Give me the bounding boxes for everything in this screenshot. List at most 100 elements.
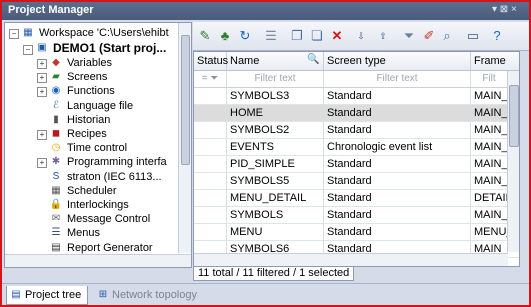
status-cell bbox=[194, 156, 227, 172]
filter-icon[interactable]: ⏷ bbox=[401, 28, 417, 44]
tree-item[interactable]: ✱ Programming interfa bbox=[49, 155, 167, 169]
tree-item-label: Language file bbox=[67, 99, 134, 112]
tree-item[interactable]: ▮ Historian bbox=[49, 113, 110, 127]
table-row[interactable]: EVENTS Chronologic event list MAIN_ bbox=[194, 139, 519, 156]
tab-network-topology[interactable]: ⊞ Network topology bbox=[94, 286, 197, 304]
tree-item[interactable]: ☰ Menus bbox=[49, 226, 101, 240]
filter-screen-type[interactable]: Filter text bbox=[324, 71, 471, 87]
help-icon[interactable]: ? bbox=[489, 28, 505, 44]
add-screen-icon[interactable]: ♣ bbox=[217, 28, 233, 44]
expand-toggle[interactable]: + bbox=[37, 158, 47, 169]
tree-item[interactable]: Sstraton (IEC 6113... bbox=[49, 170, 162, 184]
tree-item-label: Report Generator bbox=[67, 241, 153, 254]
programming-interface-icon: ✱ bbox=[51, 156, 61, 168]
search-replace-icon[interactable]: ⌕ bbox=[439, 28, 455, 44]
collapse-workspace-toggle[interactable]: − bbox=[9, 29, 19, 39]
tab-project-tree[interactable]: ▤ Project tree bbox=[6, 286, 89, 305]
expand-toggle[interactable]: + bbox=[37, 87, 47, 98]
table-row[interactable]: SYMBOLS5 Standard MAIN_ bbox=[194, 173, 519, 190]
table-scroll-thumb[interactable] bbox=[509, 85, 519, 147]
workspace-label: Workspace 'C:\Users\ehibt bbox=[39, 27, 169, 39]
window-controls[interactable]: ▾ ⊠ × bbox=[492, 4, 517, 15]
message-control-icon: ✉ bbox=[51, 213, 61, 225]
tree-scroll-thumb[interactable] bbox=[181, 35, 190, 165]
new-screen-icon[interactable]: ✎ bbox=[197, 28, 213, 44]
interlockings-icon: 🔒 bbox=[49, 199, 63, 210]
tree-item[interactable]: ◆ Variables bbox=[49, 56, 112, 70]
tree-horizontal-scrollbar[interactable] bbox=[5, 254, 191, 267]
status-cell bbox=[194, 88, 227, 104]
tree-item[interactable]: ▤ Report Generator bbox=[49, 241, 153, 255]
table-row[interactable]: SYMBOLS3 Standard MAIN_ bbox=[194, 88, 519, 105]
window-title: Project Manager bbox=[8, 4, 94, 16]
screens-panel: ✎ ♣ ↻ ☰ ❐ ❏ ✕ ⇩ ⇧ ⏷ ✐ ⌕ ▭ ? Status Name … bbox=[193, 22, 529, 281]
copy-icon[interactable]: ❐ bbox=[289, 28, 305, 44]
filter-frame[interactable]: Filt bbox=[471, 71, 507, 87]
table-header: Status Name 🔍 Screen type Frame bbox=[194, 52, 519, 71]
name-cell: SYMBOLS bbox=[227, 207, 324, 223]
column-header-screen-type[interactable]: Screen type bbox=[324, 52, 471, 70]
name-cell: MENU bbox=[227, 224, 324, 240]
table-horizontal-scrollbar[interactable] bbox=[194, 253, 508, 266]
report-generator-icon: ▤ bbox=[51, 241, 61, 253]
frame-cell: DETAIL bbox=[471, 190, 508, 206]
time-control-icon: ◷ bbox=[51, 142, 61, 154]
name-cell: HOME bbox=[227, 105, 324, 121]
tree-item[interactable]: ◷ Time control bbox=[49, 141, 127, 155]
status-cell bbox=[194, 105, 227, 121]
name-cell: SYMBOLS2 bbox=[227, 122, 324, 138]
table-row[interactable]: PID_SIMPLE Standard MAIN_ bbox=[194, 156, 519, 173]
properties-icon[interactable]: ☰ bbox=[263, 28, 279, 44]
table-row[interactable]: SYMBOLS2 Standard MAIN_ bbox=[194, 122, 519, 139]
tree-item[interactable]: ▰ Screens bbox=[49, 70, 107, 84]
tree-item-label: Programming interfa bbox=[67, 156, 167, 169]
expand-toggle[interactable]: + bbox=[37, 59, 47, 69]
tree-item-label: Historian bbox=[67, 113, 111, 126]
filter-status[interactable]: = ⏷ bbox=[194, 71, 227, 87]
screen-type-cell: Standard bbox=[324, 156, 471, 172]
tree-item-project[interactable]: ▣ DEMO1 (Start proj... bbox=[35, 41, 166, 55]
refresh-icon[interactable]: ↻ bbox=[237, 28, 253, 44]
paste-icon[interactable]: ❏ bbox=[309, 28, 325, 44]
delete-icon[interactable]: ✕ bbox=[329, 28, 345, 44]
tree-item[interactable]: ▦ Scheduler bbox=[49, 184, 116, 198]
tree-item[interactable]: ◉ Functions bbox=[49, 84, 115, 98]
project-tree-tab-icon: ▤ bbox=[11, 289, 21, 300]
title-bar[interactable]: Project Manager ▾ ⊠ × bbox=[2, 2, 529, 20]
open-screen-icon[interactable]: ▭ bbox=[465, 28, 481, 44]
export-xml-icon[interactable]: ⇧ bbox=[375, 28, 391, 44]
tree-item[interactable]: 🔒 Interlockings bbox=[49, 198, 129, 212]
name-cell: PID_SIMPLE bbox=[227, 156, 324, 172]
table-row[interactable]: SYMBOLS Standard MAIN_ bbox=[194, 207, 519, 224]
edit-icon[interactable]: ✐ bbox=[421, 28, 437, 44]
status-cell bbox=[194, 190, 227, 206]
tree-item-label: Screens bbox=[67, 71, 108, 84]
table-status-bar: 11 total / 11 filtered / 1 selected bbox=[193, 266, 518, 281]
project-label: DEMO1 (Start proj... bbox=[53, 41, 167, 55]
binoculars-icon[interactable]: 🔍 bbox=[307, 54, 319, 65]
column-header-status[interactable]: Status bbox=[194, 52, 228, 70]
table-row[interactable]: MENU_DETAIL Standard DETAIL bbox=[194, 190, 519, 207]
frame-cell: MENU_ bbox=[471, 224, 508, 240]
tree-vertical-scrollbar[interactable] bbox=[178, 23, 191, 253]
tree-item-workspace[interactable]: ▦ Workspace 'C:\Users\ehibt bbox=[21, 26, 169, 40]
tree-item[interactable]: ✉ Message Control bbox=[49, 212, 150, 226]
table-row[interactable]: HOME Standard MAIN_ bbox=[194, 105, 519, 122]
bottom-tab-bar: ▤ Project tree ⊞ Network topology bbox=[2, 283, 529, 305]
tree-item[interactable]: ◼ Recipes bbox=[49, 127, 107, 141]
project-manager-window: Project Manager ▾ ⊠ × − ▦ Workspace 'C:\… bbox=[0, 0, 531, 307]
frame-cell: MAIN_ bbox=[471, 207, 508, 223]
name-cell: EVENTS bbox=[227, 139, 324, 155]
expand-toggle[interactable]: + bbox=[37, 73, 47, 84]
table-row[interactable]: MENUStandardMENU_ bbox=[194, 224, 519, 241]
status-cell bbox=[194, 122, 227, 138]
collapse-project-toggle[interactable]: − bbox=[23, 45, 33, 55]
import-xml-icon[interactable]: ⇩ bbox=[353, 28, 369, 44]
expand-toggle[interactable]: + bbox=[37, 130, 47, 140]
filter-name[interactable]: Filter text bbox=[227, 71, 324, 87]
screens-table: Status Name 🔍 Screen type Frame = ⏷ Filt… bbox=[193, 51, 520, 267]
column-header-frame[interactable]: Frame bbox=[471, 52, 510, 70]
tree-item[interactable]: ℰ Language file bbox=[49, 99, 133, 113]
table-vertical-scrollbar[interactable] bbox=[507, 71, 519, 252]
tree-item-label: Message Control bbox=[67, 213, 151, 226]
